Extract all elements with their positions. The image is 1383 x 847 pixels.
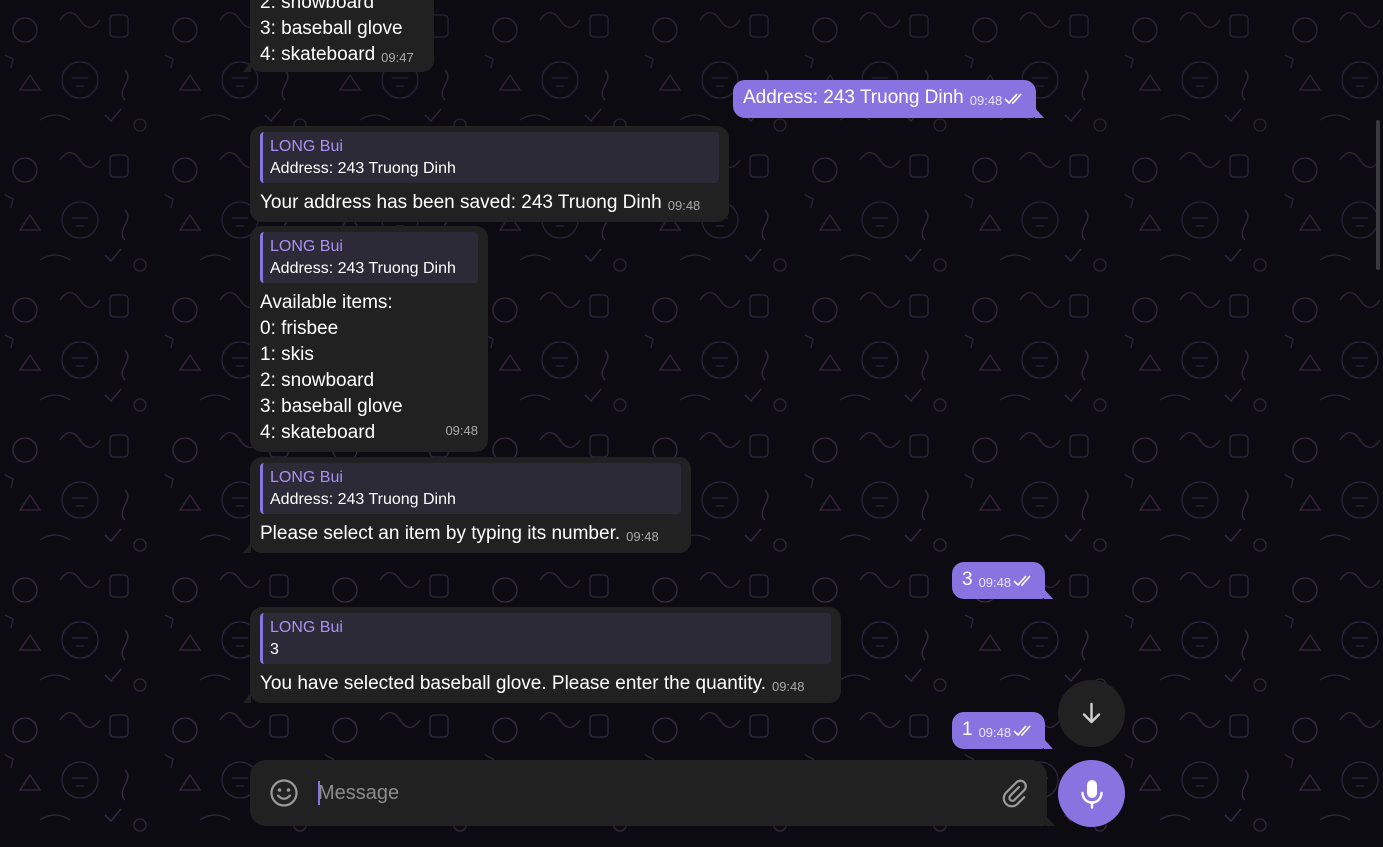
outgoing-message: Address: 243 Truong Dinh 09:48 [733, 80, 1045, 118]
reply-author: LONG Bui [270, 238, 343, 255]
incoming-message: LONG Bui 3 You have selected baseball gl… [243, 607, 841, 703]
incoming-message: LONG Bui Address: 243 Truong Dinh Please… [243, 457, 691, 553]
arrow-down-icon [1082, 702, 1101, 724]
message-text: Your address has been saved: 243 Truong … [260, 192, 662, 213]
message-line: 4: skateboard [260, 44, 376, 65]
reply-text: Address: 243 Truong Dinh [270, 160, 456, 177]
reply-author: LONG Bui [270, 619, 343, 636]
message-line: 4: skateboard [260, 422, 376, 443]
smile-icon[interactable] [269, 778, 299, 808]
microphone-icon [1081, 780, 1103, 809]
message-text: Address: 243 Truong Dinh [743, 87, 964, 108]
reply-text: 3 [270, 641, 279, 658]
message-text: You have selected baseball glove. Please… [260, 673, 766, 694]
message-line: 0: frisbee [260, 318, 339, 339]
reply-author: LONG Bui [270, 138, 343, 155]
message-time: 09:48 [771, 679, 805, 694]
double-check-icon [1013, 725, 1031, 737]
message-line: 2: snowboard [260, 370, 375, 391]
incoming-message: 2: snowboard 3: baseball glove 4: skateb… [243, 0, 434, 72]
paperclip-icon[interactable] [999, 778, 1029, 808]
message-line: 2: snowboard [260, 0, 375, 13]
message-line: Available items: [260, 292, 393, 313]
reply-quote[interactable]: LONG Bui Address: 243 Truong Dinh [260, 232, 478, 283]
double-check-icon [1013, 575, 1031, 587]
message-time: 09:48 [667, 198, 701, 213]
message-text: 3 [962, 569, 973, 590]
message-text: 1 [962, 719, 973, 740]
reply-quote[interactable]: LONG Bui Address: 243 Truong Dinh [260, 132, 719, 183]
message-line: 3: baseball glove [260, 396, 403, 417]
message-line: 3: baseball glove [260, 18, 403, 39]
message-time: 09:48 [969, 93, 1003, 108]
message-time: 09:48 [978, 725, 1012, 740]
message-time: 09:48 [978, 575, 1012, 590]
outgoing-message: 3 09:48 [952, 562, 1054, 599]
message-time: 09:48 [626, 529, 659, 544]
reply-quote[interactable]: LONG Bui Address: 243 Truong Dinh [260, 463, 681, 514]
reply-text: Address: 243 Truong Dinh [270, 491, 456, 508]
reply-author: LONG Bui [270, 469, 343, 486]
reply-quote[interactable]: LONG Bui 3 [260, 613, 831, 664]
message-input[interactable] [318, 778, 978, 808]
incoming-message: LONG Bui Address: 243 Truong Dinh Your a… [250, 126, 729, 222]
text-caret [318, 781, 320, 805]
outgoing-message: 1 09:48 [952, 712, 1054, 749]
message-composer [250, 760, 1055, 826]
message-text: Please select an item by typing its numb… [260, 523, 621, 544]
reply-text: Address: 243 Truong Dinh [270, 260, 456, 277]
scroll-down-button[interactable] [1058, 680, 1125, 747]
message-time: 09:47 [381, 50, 414, 65]
voice-record-button[interactable] [1058, 760, 1125, 827]
message-time: 09:48 [445, 423, 478, 438]
scrollbar[interactable] [1376, 120, 1380, 270]
incoming-message: LONG Bui Address: 243 Truong Dinh Availa… [250, 226, 488, 452]
message-line: 1: skis [260, 344, 314, 365]
double-check-icon [1004, 93, 1022, 105]
